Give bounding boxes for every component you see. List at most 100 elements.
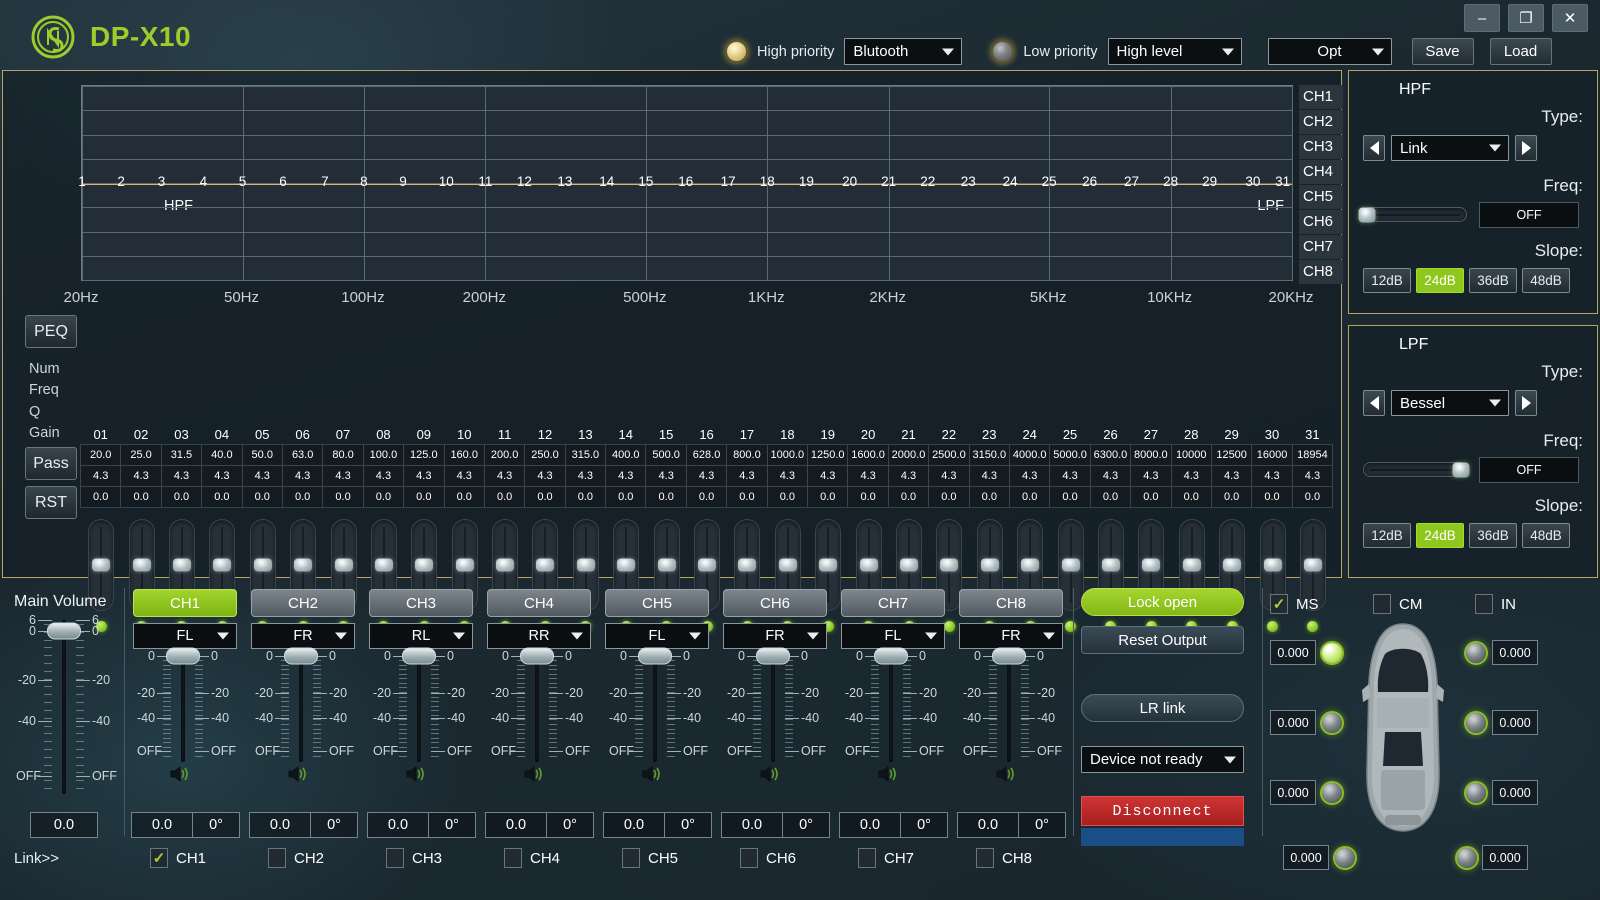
slider-handle[interactable] [1142,559,1160,572]
eq-band-marker[interactable]: 21 [881,174,896,189]
lr-link-button[interactable]: LR link [1081,694,1244,722]
graph-channel-ch6[interactable]: CH6 [1299,210,1343,234]
channel-tab-ch8[interactable]: CH8 [959,589,1063,617]
graph-channel-ch8[interactable]: CH8 [1299,260,1343,284]
slider-handle[interactable] [415,559,433,572]
eq-band-marker[interactable]: 24 [1003,174,1018,189]
peq-cell-gain[interactable]: 0.0 [726,486,767,508]
channel-tab-ch3[interactable]: CH3 [369,589,473,617]
eq-band-marker[interactable]: 1 [78,174,86,189]
fader-handle[interactable] [874,648,908,665]
peq-cell-freq[interactable]: 31.5 [161,444,202,466]
eq-band-marker[interactable]: 25 [1042,174,1057,189]
fader-handle[interactable] [638,648,672,665]
graph-channel-ch4[interactable]: CH4 [1299,160,1343,184]
slider-handle[interactable] [92,559,110,572]
peq-cell-q[interactable]: 4.3 [403,465,444,487]
peq-cell-gain[interactable]: 0.0 [1251,486,1292,508]
eq-band-marker[interactable]: 16 [678,174,693,189]
peq-cell-q[interactable]: 4.3 [161,465,202,487]
peq-row-gain[interactable]: 0.00.00.00.00.00.00.00.00.00.00.00.00.00… [81,486,1333,507]
low-priority-select[interactable]: High level [1108,38,1242,65]
lpf-freq-value[interactable]: OFF [1479,457,1579,483]
peq-cell-gain[interactable]: 0.0 [444,486,485,508]
peq-cell-freq[interactable]: 80.0 [322,444,363,466]
reset-output-button[interactable]: Reset Output [1081,626,1244,654]
peq-cell-q[interactable]: 4.3 [1049,465,1090,487]
mute-icon-ch1[interactable] [169,765,191,783]
channel-checkbox-ch3[interactable] [386,848,404,868]
lpf-freq-slider[interactable] [1363,462,1467,477]
channel-route-select-ch3[interactable]: RL [369,623,473,649]
speaker-led-right-1[interactable] [1466,643,1486,663]
peq-cell-gain[interactable]: 0.0 [1009,486,1050,508]
channel-phase-ch2[interactable]: 0° [310,812,358,838]
hpf-slope-24db[interactable]: 24dB [1416,268,1464,293]
cm-checkbox[interactable] [1373,594,1391,614]
peq-cell-q[interactable]: 4.3 [888,465,929,487]
peq-cell-freq[interactable]: 18954 [1292,444,1333,466]
lpf-type-select[interactable]: Bessel [1391,390,1509,416]
speaker-led-right-4[interactable] [1457,848,1477,868]
channel-phase-ch7[interactable]: 0° [900,812,948,838]
peq-cell-q[interactable]: 4.3 [847,465,888,487]
channel-tab-ch5[interactable]: CH5 [605,589,709,617]
in-checkbox[interactable] [1475,594,1493,614]
peq-cell-gain[interactable]: 0.0 [605,486,646,508]
fader[interactable]: 00-20-20-40-40OFFOFF [609,652,701,762]
peq-cell-q[interactable]: 4.3 [1171,465,1212,487]
channel-route-select-ch4[interactable]: RR [487,623,591,649]
fader[interactable]: 00-20-20-40-40OFFOFF [845,652,937,762]
peq-cell-gain[interactable]: 0.0 [80,486,121,508]
speaker-led-left-3[interactable] [1322,783,1342,803]
delay-right-2[interactable]: 0.000 [1492,710,1538,735]
slider-handle[interactable] [819,559,837,572]
fader-handle[interactable] [47,623,81,640]
eq-band-marker[interactable]: 18 [760,174,775,189]
lpf-type-prev-button[interactable] [1363,390,1385,416]
peq-cell-gain[interactable]: 0.0 [1090,486,1131,508]
peq-cell-freq[interactable]: 200.0 [484,444,525,466]
rst-button[interactable]: RST [25,486,77,519]
channel-tab-ch6[interactable]: CH6 [723,589,827,617]
peq-cell-gain[interactable]: 0.0 [484,486,525,508]
slider-handle[interactable] [577,559,595,572]
channel-checkbox-ch1[interactable]: ✓ [150,848,168,868]
eq-band-marker[interactable]: 29 [1202,174,1217,189]
peq-cell-q[interactable]: 4.3 [686,465,727,487]
mute-icon-ch4[interactable] [523,765,545,783]
slider-handle[interactable] [617,559,635,572]
slider-handle[interactable] [1264,559,1282,572]
peq-cell-q[interactable]: 4.3 [80,465,121,487]
delay-right-1[interactable]: 0.000 [1492,640,1538,665]
delay-right-4[interactable]: 0.000 [1482,845,1528,870]
peq-cell-freq[interactable]: 250.0 [524,444,565,466]
peq-cell-q[interactable]: 4.3 [363,465,404,487]
channel-checkbox-ch7[interactable] [858,848,876,868]
slider-handle[interactable] [375,559,393,572]
mute-icon-ch7[interactable] [877,765,899,783]
channel-route-select-ch2[interactable]: FR [251,623,355,649]
fader-handle[interactable] [992,648,1026,665]
channel-link-ch2[interactable]: CH2 [268,848,324,868]
peq-cell-freq[interactable]: 160.0 [444,444,485,466]
peq-cell-gain[interactable]: 0.0 [1292,486,1333,508]
slider-handle[interactable] [1452,462,1469,477]
unit-cm[interactable]: CM [1373,594,1422,614]
eq-band-marker[interactable]: 11 [478,174,492,189]
peq-cell-gain[interactable]: 0.0 [767,486,808,508]
channel-gain-ch2[interactable]: 0.0 [249,812,311,838]
peq-cell-q[interactable]: 4.3 [767,465,808,487]
delay-right-3[interactable]: 0.000 [1492,780,1538,805]
lock-open-button[interactable]: Lock open [1081,588,1244,616]
peq-cell-gain[interactable]: 0.0 [807,486,848,508]
eq-band-marker[interactable]: 27 [1124,174,1139,189]
peq-cell-freq[interactable]: 100.0 [363,444,404,466]
channel-checkbox-ch2[interactable] [268,848,286,868]
channel-phase-ch5[interactable]: 0° [664,812,712,838]
eq-band-marker[interactable]: 20 [842,174,857,189]
peq-row-freq[interactable]: 20.025.031.540.050.063.080.0100.0125.016… [81,444,1333,465]
peq-cell-q[interactable]: 4.3 [807,465,848,487]
channel-checkbox-ch5[interactable] [622,848,640,868]
fader[interactable]: 00-20-20-40-40OFFOFF [373,652,465,762]
